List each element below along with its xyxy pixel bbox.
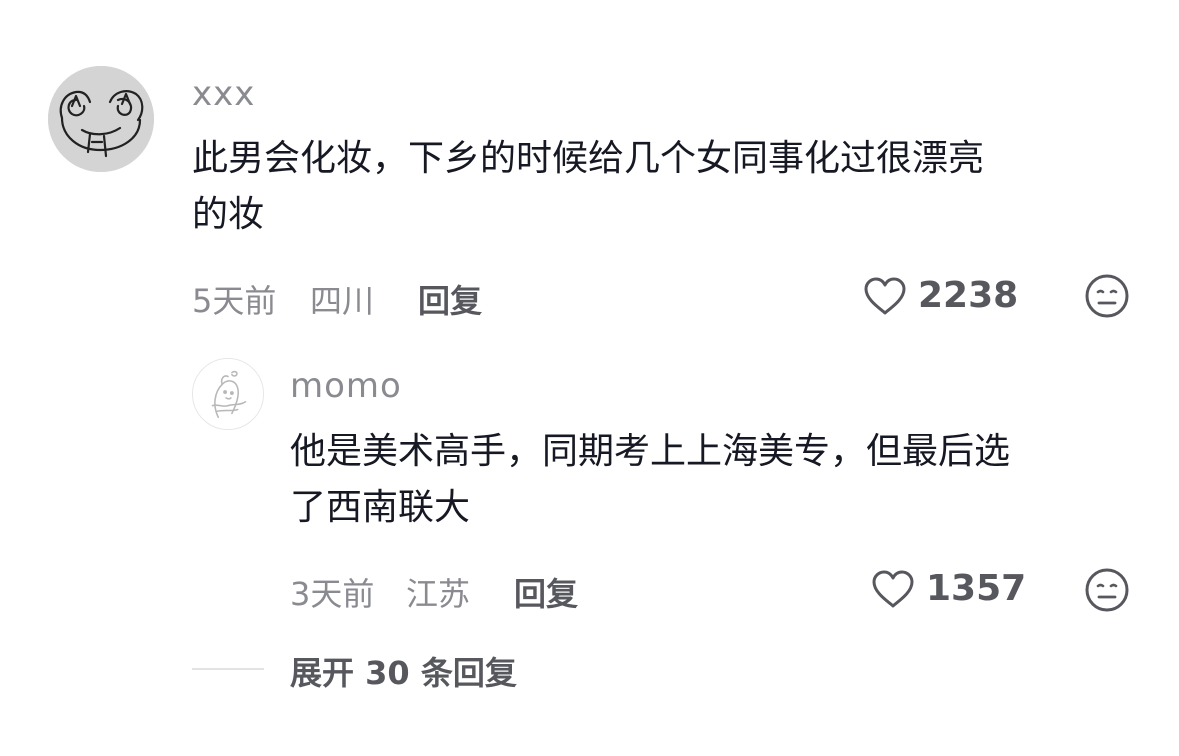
reply-reply-button[interactable]: 回复 <box>514 569 578 615</box>
reply-like-button[interactable]: 1357 <box>870 568 1026 609</box>
reply-location: 江苏 <box>406 575 471 613</box>
meh-face-icon[interactable] <box>1084 273 1130 319</box>
reply-username[interactable]: momo <box>290 366 402 406</box>
like-count: 2238 <box>918 275 1019 316</box>
expand-replies-button[interactable]: 展开 30 条回复 <box>290 648 517 694</box>
expand-divider <box>192 668 264 670</box>
like-button[interactable]: 2238 <box>862 275 1018 316</box>
comment-username[interactable]: xxx <box>192 74 255 114</box>
reply-avatar[interactable] <box>192 358 264 430</box>
heart-outline-icon <box>862 276 908 316</box>
meh-face-icon[interactable] <box>1084 567 1130 613</box>
heart-outline-icon <box>870 569 916 609</box>
comment-time: 5天前 <box>192 282 277 320</box>
cartoon-character-avatar-icon <box>193 359 263 429</box>
comment-location: 四川 <box>310 282 375 320</box>
reply-time: 3天前 <box>290 575 375 613</box>
avatar[interactable] <box>48 66 154 172</box>
reply-text: 他是美术高手，同期考上上海美专，但最后选 了西南联大 <box>290 431 1011 528</box>
frog-sketch-avatar-icon <box>48 66 154 172</box>
reply-like-count: 1357 <box>926 568 1027 609</box>
comment-text: 此男会化妆，下乡的时候给几个女同事化过很漂亮 的妆 <box>192 138 985 235</box>
reply-button[interactable]: 回复 <box>418 276 482 322</box>
